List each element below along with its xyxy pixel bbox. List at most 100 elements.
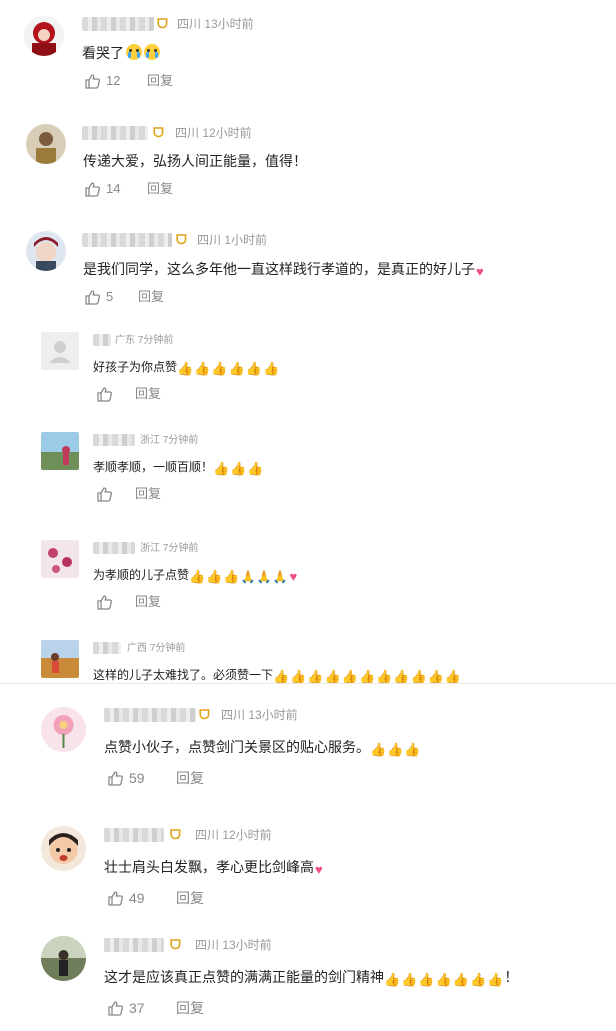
thumbs-up-emoji: 👍 [213,461,230,476]
thumbs-up-emoji: 👍 [384,972,401,987]
reply-meta: 浙江 7分钟前 [140,543,199,554]
avatar-default[interactable] [41,332,79,370]
thumbs-up-emoji: 👍 [487,972,504,987]
crying-face-emoji [126,44,142,60]
comment-text: 是我们同学，这么多年他一直这样践行孝道的，是真正的好儿子♥ [83,260,484,281]
thumbs-up-emoji: 👍 [404,742,421,757]
username-blurred[interactable] [82,233,172,247]
reply-button[interactable]: 回复 [147,181,173,197]
thumbs-up-emoji: 👍 [228,361,245,376]
comment-text-content: 看哭了 [82,45,124,61]
thumb-up-outline-icon [97,387,112,402]
reply-button[interactable]: 回复 [176,890,204,906]
comment-meta: 四川 1小时前 [197,233,268,247]
comment-meta: 四川 13小时前 [177,17,254,31]
thumbs-up-emoji: 👍 [247,461,264,476]
comment-meta: 四川 13小时前 [195,938,272,952]
username-blurred[interactable] [104,708,196,722]
like-count: 37 [129,1000,145,1016]
thumb-up-outline-icon [85,290,100,305]
crying-face-emoji [144,44,160,60]
like-button[interactable] [96,386,112,402]
vip-badge-icon: ᗜ [170,937,181,952]
heart-emoji: ♥ [315,862,323,877]
avatar[interactable] [26,124,66,164]
avatar[interactable] [41,936,86,981]
comment-text: 这才是应该真正点赞的满满正能量的剑门精神👍👍👍👍👍👍👍！ [104,968,518,989]
like-count: 14 [106,181,121,196]
vip-badge-icon: ᗜ [153,125,164,140]
thumb-up-outline-icon [108,891,123,906]
vip-badge-icon: ᗜ [157,16,168,31]
like-button[interactable]: 37 [107,1000,145,1016]
username-blurred[interactable] [104,938,164,952]
thumbs-up-emoji: 👍 [230,461,247,476]
thumb-up-outline-icon [97,595,112,610]
avatar[interactable] [24,16,64,56]
thumbs-up-emoji: 👍 [387,742,404,757]
section-divider [0,683,616,684]
avatar[interactable] [41,540,79,578]
like-button[interactable]: 59 [107,770,145,786]
username-blurred[interactable] [104,828,164,842]
thumbs-up-emoji: 👍 [245,361,262,376]
comment-meta: 四川 13小时前 [221,708,298,722]
like-count: 59 [129,770,145,786]
reply-button[interactable]: 回复 [176,1000,204,1016]
comment-suffix: ！ [504,969,519,985]
reply-meta: 广西 7分钟前 [127,643,186,654]
username-blurred[interactable] [82,17,154,31]
thumbs-up-emoji: 👍 [262,361,280,376]
reply-button[interactable]: 回复 [135,486,161,502]
reply-text-content: 好孩子为你点赞 [93,360,178,374]
comment-text-content: 壮士肩头白发飘，孝心更比剑峰高 [104,859,314,875]
avatar[interactable] [26,231,66,271]
reply-button[interactable]: 回复 [176,770,204,786]
comment-text-content: 点赞小伙子，点赞剑门关景区的贴心服务。 [104,739,370,755]
heart-emoji: ♥ [289,569,298,584]
comment-meta: 四川 12小时前 [195,828,272,842]
thumb-up-outline-icon [85,182,100,197]
reply-button[interactable]: 回复 [147,73,173,89]
username-blurred[interactable] [93,334,111,346]
thumbs-up-emoji: 👍 [469,972,487,987]
reply-meta: 浙江 7分钟前 [140,435,199,446]
comment-text: 传递大爱，弘扬人间正能量，值得！ [83,153,307,169]
reply-button[interactable]: 回复 [135,386,161,402]
username-blurred[interactable] [93,434,135,446]
like-button[interactable]: 49 [107,890,145,906]
like-button[interactable]: 12 [84,73,120,89]
reply-text: 孝顺孝顺，一顺百顺！👍👍👍 [93,458,265,478]
reply-text: 好孩子为你点赞👍👍👍👍👍👍 [93,358,280,378]
thumb-up-outline-icon [108,1001,123,1016]
thumbs-up-emoji: 👍 [189,569,206,584]
username-blurred[interactable] [93,642,121,654]
pray-emoji: 🙏 [272,570,288,584]
pray-emoji: 🙏 [240,570,256,584]
thumb-up-outline-icon [97,487,112,502]
vip-badge-icon: ᗜ [199,707,210,722]
heart-emoji: ♥ [476,264,484,279]
comment-meta: 四川 12小时前 [175,126,252,140]
reply-button[interactable]: 回复 [138,289,164,305]
thumb-up-outline-icon [85,74,100,89]
avatar[interactable] [41,432,79,470]
comment-text: 看哭了 [82,44,160,62]
avatar[interactable] [41,640,79,678]
vip-badge-icon: ᗜ [176,232,187,247]
like-button[interactable]: 14 [84,181,120,197]
like-button[interactable] [96,594,112,610]
avatar[interactable] [41,826,86,871]
thumbs-up-emoji: 👍 [206,569,223,584]
like-button[interactable] [96,486,112,502]
reply-button[interactable]: 回复 [135,594,161,610]
username-blurred[interactable] [82,126,148,140]
avatar[interactable] [41,707,86,752]
comment-text: 点赞小伙子，点赞剑门关景区的贴心服务。👍👍👍 [104,738,422,759]
like-count: 12 [106,73,121,88]
like-button[interactable]: 5 [84,289,113,305]
username-blurred[interactable] [93,542,135,554]
like-count: 49 [129,890,145,906]
vip-badge-icon: ᗜ [170,827,181,842]
thumbs-up-emoji: 👍 [211,361,228,376]
